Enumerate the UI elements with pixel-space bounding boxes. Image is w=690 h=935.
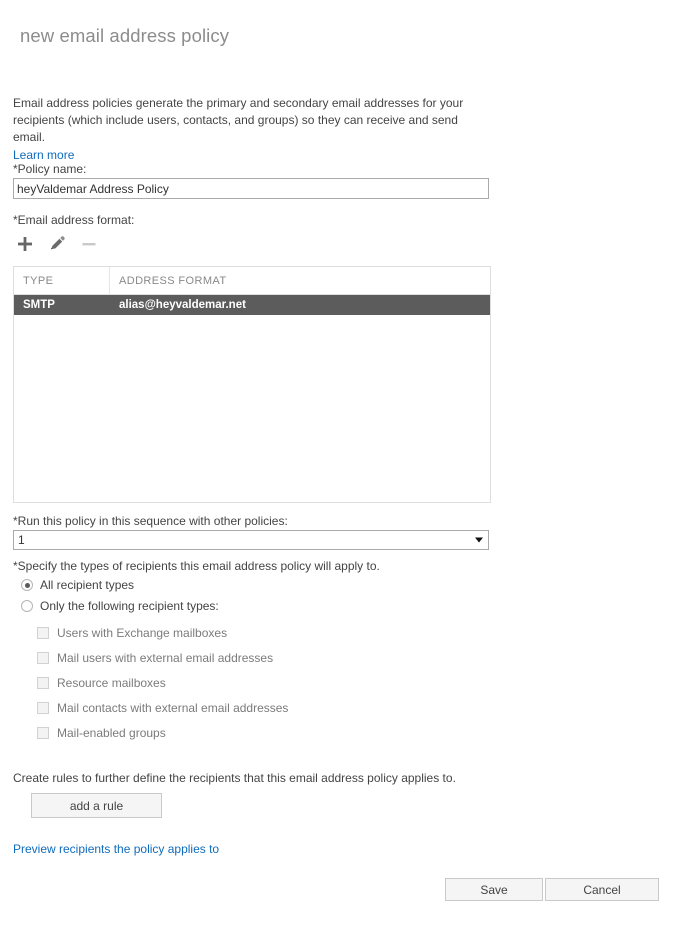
radio-only-following-recipient-types[interactable]: Only the following recipient types:	[21, 599, 219, 613]
recipient-types-label: *Specify the types of recipients this em…	[13, 559, 380, 573]
checkbox-icon	[37, 727, 49, 739]
checkbox-mail-contacts-with-external-email-addresses[interactable]: Mail contacts with external email addres…	[37, 701, 288, 715]
cell-address-format: alias@heyvaldemar.net	[119, 299, 246, 311]
checkbox-icon	[37, 702, 49, 714]
checkbox-icon	[37, 652, 49, 664]
checkbox-mail-enabled-groups[interactable]: Mail-enabled groups	[37, 726, 166, 740]
sequence-dropdown[interactable]: 1	[13, 530, 489, 550]
add-a-rule-button[interactable]: add a rule	[31, 793, 162, 818]
save-button[interactable]: Save	[445, 878, 543, 901]
edit-pencil-icon[interactable]	[45, 233, 69, 255]
address-format-table: TYPE ADDRESS FORMAT SMTP alias@heyvaldem…	[13, 266, 491, 503]
radio-icon-only-following-recipient-types	[21, 600, 33, 612]
checkbox-icon	[37, 627, 49, 639]
preview-recipients-link[interactable]: Preview recipients the policy applies to	[13, 842, 219, 856]
table-header-row: TYPE ADDRESS FORMAT	[14, 267, 490, 295]
checkbox-label: Users with Exchange mailboxes	[57, 626, 228, 640]
page-title: new email address policy	[20, 25, 230, 46]
email-format-toolbar	[13, 233, 101, 255]
table-row[interactable]: SMTP alias@heyvaldemar.net	[14, 295, 490, 315]
intro-text: Email address policies generate the prim…	[13, 96, 464, 144]
radio-icon-all-recipient-types	[21, 579, 33, 591]
add-icon[interactable]	[13, 233, 37, 255]
cancel-button[interactable]: Cancel	[545, 878, 659, 901]
email-address-format-label: *Email address format:	[13, 213, 135, 227]
column-header-address-format: ADDRESS FORMAT	[119, 274, 227, 287]
radio-label-all-recipient-types: All recipient types	[40, 578, 135, 592]
checkbox-label: Mail-enabled groups	[57, 726, 166, 740]
radio-all-recipient-types[interactable]: All recipient types	[21, 578, 134, 592]
checkbox-resource-mailboxes[interactable]: Resource mailboxes	[37, 676, 166, 690]
cell-type: SMTP	[23, 299, 55, 311]
checkbox-label: Mail users with external email addresses	[57, 651, 274, 665]
sequence-dropdown-value[interactable]: 1	[13, 530, 489, 550]
checkbox-users-with-exchange-mailboxes[interactable]: Users with Exchange mailboxes	[37, 626, 227, 640]
policy-name-input[interactable]	[13, 178, 489, 199]
checkbox-label: Resource mailboxes	[57, 676, 166, 690]
policy-name-label: *Policy name:	[13, 162, 87, 176]
sequence-label: *Run this policy in this sequence with o…	[13, 514, 288, 528]
column-header-type: TYPE	[14, 267, 110, 294]
intro-description: Email address policies generate the prim…	[13, 95, 473, 164]
checkbox-mail-users-with-external-email-addresses[interactable]: Mail users with external email addresses	[37, 651, 273, 665]
new-email-address-policy-page: new email address policy Email address p…	[0, 0, 690, 935]
checkbox-label: Mail contacts with external email addres…	[57, 701, 289, 715]
checkbox-icon	[37, 677, 49, 689]
rules-description: Create rules to further define the recip…	[13, 771, 456, 785]
radio-label-only-following-recipient-types: Only the following recipient types:	[40, 599, 219, 613]
remove-icon	[77, 233, 101, 255]
